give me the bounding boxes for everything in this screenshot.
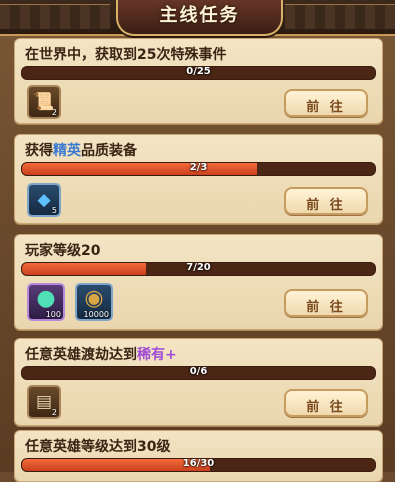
reward-item[interactable]: 📜 2	[27, 85, 61, 119]
task-card: 任意英雄渡劫达到稀有+ 0/6 ▤ 2 前 往	[14, 338, 383, 426]
task-card: 玩家等级20 7/20 ● 100 ◉ 10000 前 往	[14, 234, 383, 330]
go-button-label: 前 往	[306, 198, 346, 213]
task-card: 获得精英品质装备 2/3 ◆ 5 前 往	[14, 134, 383, 224]
progress-text: 0/6	[189, 366, 208, 377]
progress-bar: 0/6	[21, 366, 376, 380]
jade-coin-icon: ●	[36, 286, 56, 311]
header-banner: 主线任务	[0, 0, 395, 36]
copper-coin-icon: ◉	[84, 286, 104, 311]
task-title: 任意英雄等级达到30级	[25, 436, 170, 456]
go-button[interactable]: 前 往	[284, 389, 368, 417]
progress-bar: 2/3	[21, 162, 376, 176]
task-title-text: 获得	[25, 143, 53, 159]
progress-text: 0/25	[186, 66, 211, 77]
reward-count: 100	[45, 310, 61, 319]
title-plate: 主线任务	[116, 0, 283, 36]
go-button[interactable]: 前 往	[284, 89, 368, 117]
reward-count: 5	[51, 206, 57, 215]
task-title: 在世界中，获取到25次特殊事件	[25, 44, 226, 64]
reward-item[interactable]: ◆ 5	[27, 183, 61, 217]
task-title-text: 任意英雄渡劫达到	[25, 347, 137, 363]
go-button-label: 前 往	[306, 300, 346, 315]
banner-decoration-left	[0, 4, 110, 29]
progress-bar: 16/30	[21, 458, 376, 472]
task-title-highlight: 稀有+	[137, 347, 177, 363]
task-title-highlight: 精英	[53, 143, 81, 159]
go-button-label: 前 往	[306, 100, 346, 115]
progress-text: 7/20	[186, 262, 211, 273]
task-card: 在世界中，获取到25次特殊事件 0/25 📜 2 前 往	[14, 38, 383, 124]
progress-text: 16/30	[182, 458, 215, 469]
quest-window: 主线任务 在世界中，获取到25次特殊事件 0/25 📜 2 前 往 获得精英品质…	[0, 0, 395, 482]
task-title: 获得精英品质装备	[25, 140, 137, 160]
reward-item[interactable]: ▤ 2	[27, 385, 61, 419]
task-title: 玩家等级20	[25, 240, 100, 260]
task-title-text: 在世界中，获取到25次特殊事件	[25, 47, 227, 63]
progress-text: 2/3	[189, 162, 208, 173]
task-title: 任意英雄渡劫达到稀有+	[25, 344, 177, 364]
task-title-text: 任意英雄等级达到30级	[25, 439, 171, 455]
reward-count: 2	[51, 408, 57, 417]
progress-bar: 0/25	[21, 66, 376, 80]
task-title-text: 玩家等级20	[25, 243, 101, 259]
go-button[interactable]: 前 往	[284, 289, 368, 317]
banner-decoration-right	[285, 4, 395, 29]
page-title: 主线任务	[159, 5, 240, 26]
go-button[interactable]: 前 往	[284, 187, 368, 215]
reward-item[interactable]: ● 100	[27, 283, 65, 321]
task-title-text: 品质装备	[81, 143, 137, 159]
go-button-label: 前 往	[306, 400, 346, 415]
reward-item[interactable]: ◉ 10000	[75, 283, 113, 321]
reward-count: 2	[51, 108, 57, 117]
progress-bar: 7/20	[21, 262, 376, 276]
task-card: 任意英雄等级达到30级 16/30	[14, 430, 383, 482]
reward-count: 10000	[83, 310, 109, 319]
